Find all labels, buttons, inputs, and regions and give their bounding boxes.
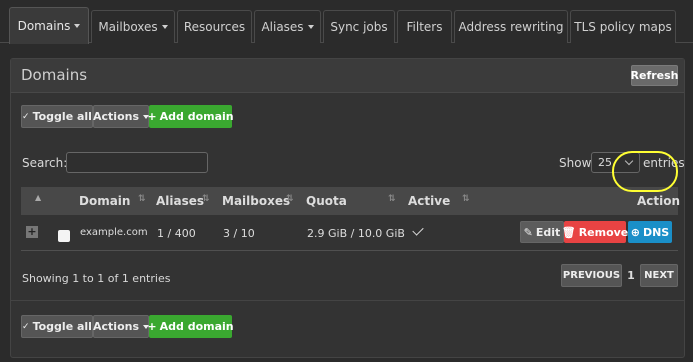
tab-label: Resources: [183, 20, 246, 34]
caret-down-icon: [161, 25, 168, 29]
divider: [11, 300, 684, 301]
tab-label: Domains: [17, 19, 71, 33]
column-header-quota[interactable]: Quota ⇅: [306, 194, 396, 208]
search-label: Search:: [22, 156, 68, 170]
previous-page-button[interactable]: PREVIOUS: [561, 264, 622, 287]
header-label: Quota: [306, 194, 347, 208]
show-label: Show: [559, 156, 592, 170]
toggle-all-label: Toggle all: [32, 110, 92, 123]
tab-label: Aliases: [261, 20, 304, 34]
remove-label: Remove: [578, 225, 629, 239]
add-domain-label: Add domain: [159, 320, 234, 333]
add-domain-button[interactable]: + Add domain: [147, 105, 234, 128]
column-header-action: Action: [637, 194, 681, 208]
globe-icon: ⊕: [630, 225, 640, 239]
domain-cell: example.com: [80, 227, 148, 238]
sort-icon: ⇅: [138, 194, 146, 204]
header-label: Domain: [79, 194, 131, 208]
plus-icon: +: [147, 110, 157, 123]
add-domain-label: Add domain: [159, 110, 234, 123]
tab-label: TLS policy maps: [574, 20, 672, 34]
tab-address-rewriting[interactable]: Address rewriting: [454, 10, 568, 43]
caret-down-icon: [307, 25, 314, 29]
tab-aliases[interactable]: Aliases: [254, 10, 321, 43]
quota-cell: 2.9 GiB / 10.0 GiB: [307, 227, 405, 240]
actions-dropdown-button[interactable]: Actions: [93, 105, 149, 128]
actions-label: Actions: [93, 110, 139, 123]
header-label: Mailboxes: [222, 194, 291, 208]
column-header-active[interactable]: Active ⇅: [408, 194, 470, 208]
dns-label: DNS: [642, 225, 670, 239]
sort-icon: ⇅: [462, 194, 470, 204]
column-header-aliases[interactable]: Aliases ⇅: [156, 194, 210, 208]
tab-domains[interactable]: Domains: [9, 7, 89, 44]
active-check-icon: [412, 224, 424, 236]
header-label: Active: [408, 194, 451, 208]
tab-filters[interactable]: Filters: [397, 10, 452, 43]
tab-resources[interactable]: Resources: [177, 10, 252, 43]
sort-icon: ⇅: [388, 194, 396, 204]
column-header-mailboxes[interactable]: Mailboxes ⇅: [222, 194, 294, 208]
showing-entries-text: Showing 1 to 1 of 1 entries: [22, 272, 171, 285]
sort-icon: ⇅: [202, 194, 210, 204]
tab-label: Filters: [406, 20, 443, 34]
sort-icon: ⇅: [286, 194, 294, 204]
aliases-cell: 1 / 400: [157, 227, 196, 240]
panel-title: Domains: [21, 66, 88, 84]
table-header: ▲ Domain ⇅ Aliases ⇅ Mailboxes ⇅ Quota ⇅ Act…: [21, 187, 681, 215]
toggle-all-label: Toggle all: [32, 320, 92, 333]
table-row: + example.com 1 / 400 3 / 10 2.9 GiB / 1…: [21, 215, 678, 251]
mailboxes-cell: 3 / 10: [223, 227, 255, 240]
edit-button[interactable]: ✎ Edit: [520, 221, 564, 243]
actions-label: Actions: [93, 320, 139, 333]
search-input[interactable]: [66, 152, 208, 173]
check-icon: ✓: [22, 111, 30, 122]
tab-label: Sync jobs: [330, 20, 388, 34]
remove-button[interactable]: 🗑 Remove: [561, 221, 629, 243]
add-domain-button[interactable]: + Add domain: [147, 315, 234, 338]
tab-sync-jobs[interactable]: Sync jobs: [323, 10, 395, 43]
column-header-domain[interactable]: Domain ⇅: [79, 194, 146, 208]
panel-header: Domains Refresh: [11, 59, 684, 93]
pencil-icon: ✎: [523, 225, 533, 239]
edit-label: Edit: [535, 225, 561, 239]
trash-icon: 🗑: [561, 225, 576, 239]
next-page-button[interactable]: NEXT: [640, 264, 678, 287]
page-length-value: 25: [598, 156, 612, 169]
refresh-button[interactable]: Refresh: [631, 65, 679, 86]
dns-button[interactable]: ⊕ DNS: [628, 221, 672, 243]
domains-panel: Domains Refresh ✓ Toggle all Actions + Add…: [10, 58, 685, 358]
tab-tls-policy-maps[interactable]: TLS policy maps: [570, 10, 676, 43]
expand-row-icon[interactable]: +: [26, 226, 38, 238]
check-icon: ✓: [22, 321, 30, 332]
toggle-all-button[interactable]: ✓ Toggle all: [21, 105, 93, 128]
header-label: Aliases: [156, 194, 205, 208]
row-checkbox[interactable]: [58, 230, 70, 242]
plus-icon: +: [147, 320, 157, 333]
toggle-all-button[interactable]: ✓ Toggle all: [21, 315, 93, 338]
current-page-button[interactable]: 1: [622, 264, 640, 287]
tab-label: Mailboxes: [98, 20, 158, 34]
tab-bar: Domains Mailboxes Resources Aliases Sync…: [0, 0, 693, 44]
annotation-highlight: [612, 151, 678, 192]
actions-dropdown-button[interactable]: Actions: [93, 315, 149, 338]
caret-down-icon: [74, 24, 81, 28]
tab-label: Address rewriting: [458, 20, 564, 34]
tab-mailboxes[interactable]: Mailboxes: [91, 10, 175, 43]
sort-icon[interactable]: ▲: [35, 193, 41, 202]
